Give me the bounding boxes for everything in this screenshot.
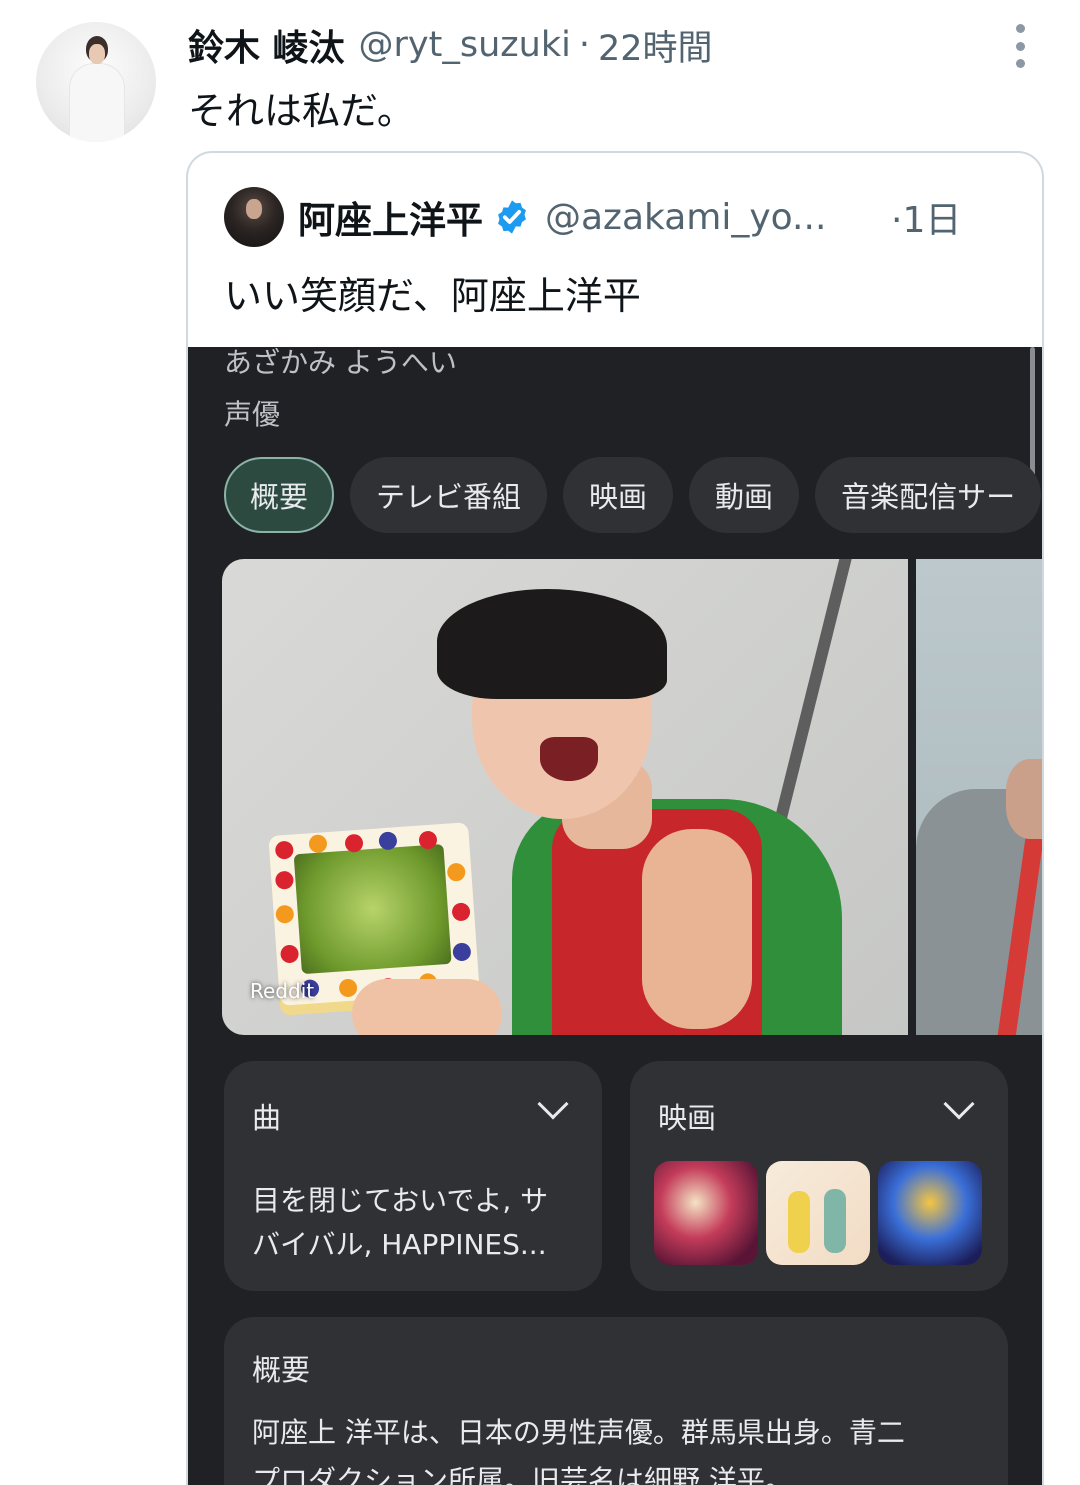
quoted-tweet-text: いい笑顔だ、阿座上洋平 (224, 274, 641, 318)
main-photo: Reddit (222, 559, 908, 1035)
songs-line: 目を閉じておいでよ, サ (252, 1184, 549, 1217)
photo-person-hair (437, 589, 667, 699)
filter-chips: 概要 テレビ番組 映画 動画 音楽配信サー (224, 457, 1042, 533)
movie-thumbnail (654, 1161, 758, 1265)
quoted-author-handle[interactable]: @azakami_yo... (545, 197, 857, 238)
verified-badge-icon (498, 200, 526, 234)
movies-card-title: 映画 (658, 1101, 717, 1135)
more-icon[interactable] (1008, 24, 1032, 68)
avatar-figure-shirt (70, 64, 124, 142)
movie-thumbnail (766, 1161, 870, 1265)
tweet-text: それは私だ。 (188, 89, 415, 133)
songs-line: バイバル, HAPPINES... (252, 1228, 547, 1261)
quoted-author-avatar[interactable] (224, 187, 284, 247)
photo-hand (352, 979, 502, 1035)
movie-thumbnail (878, 1161, 982, 1265)
chip-overview: 概要 (224, 457, 335, 533)
quoted-tweet-header: 阿座上洋平 @azakami_yo... ·1日 (224, 185, 1024, 249)
avatar-figure-face (89, 44, 105, 64)
songs-card: 曲 目を閉じておいでよ, サ バイバル, HAPPINES... (224, 1061, 602, 1291)
quoted-author-name[interactable]: 阿座上洋平 (298, 190, 483, 244)
author-avatar[interactable] (36, 22, 156, 142)
photo-person-arm (642, 829, 752, 1029)
photo-person-mouth (540, 737, 598, 781)
side-photo-head (1006, 759, 1042, 839)
tweet-timestamp[interactable]: 22時間 (598, 20, 713, 71)
header-separator: · (578, 25, 590, 65)
chip-tv: テレビ番組 (350, 457, 548, 533)
chip-videos: 動画 (689, 457, 800, 533)
overview-text: 阿座上 洋平は、日本の男性声優。群馬県出身。青二 プロダクション所属。旧芸名は細… (252, 1409, 1012, 1485)
overview-title: 概要 (252, 1353, 311, 1387)
quoted-tweet[interactable]: 阿座上洋平 @azakami_yo... ·1日 いい笑顔だ、阿座上洋平 あざか… (186, 151, 1044, 1485)
image-source-label: Reddit (250, 979, 315, 1003)
chip-movies: 映画 (563, 457, 674, 533)
tweet-header: 鈴木 崚汰 @ryt_suzuki · 22時間 (188, 20, 713, 70)
quoted-timestamp[interactable]: ·1日 (891, 191, 961, 243)
chevron-down-icon (943, 1088, 975, 1120)
more-icon-dot (1015, 41, 1025, 51)
chevron-down-icon (537, 1088, 569, 1120)
overview-card: 概要 阿座上 洋平は、日本の男性声優。群馬県出身。青二 プロダクション所属。旧芸… (224, 1317, 1008, 1485)
author-handle[interactable]: @ryt_suzuki (359, 25, 571, 65)
side-photo (916, 559, 1042, 1035)
movies-card: 映画 (630, 1061, 1008, 1291)
more-icon-dot (1015, 59, 1025, 68)
chip-music: 音楽配信サー (815, 457, 1042, 533)
overview-line: 阿座上 洋平は、日本の男性声優。群馬県出身。青二 (252, 1416, 905, 1449)
author-name[interactable]: 鈴木 崚汰 (188, 19, 345, 71)
overview-line: プロダクション所属。旧芸名は細野 洋平。 (252, 1464, 793, 1485)
occupation-label: 声優 (224, 398, 281, 431)
songs-card-body: 目を閉じておいでよ, サ バイバル, HAPPINES... (252, 1179, 582, 1267)
attached-screenshot[interactable]: あざかみ ようへい 声優 概要 テレビ番組 映画 動画 音楽配信サー Reddi… (188, 347, 1042, 1485)
more-icon-dot (1015, 24, 1025, 33)
reading-kana: あざかみ ようへい (224, 347, 457, 379)
songs-card-title: 曲 (252, 1101, 282, 1135)
